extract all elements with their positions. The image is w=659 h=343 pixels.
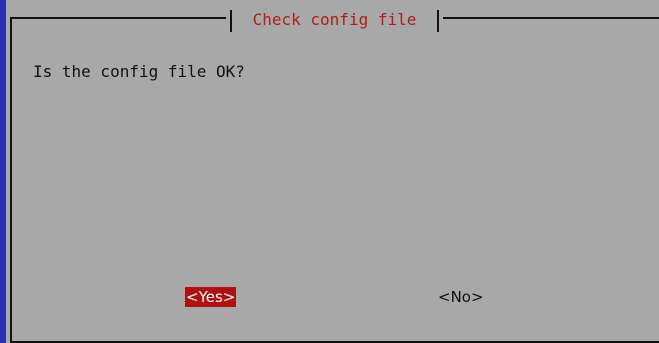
dialog-frame-top-left (10, 17, 228, 19)
title-right-tee (437, 10, 439, 32)
dialog-title: Check config file (252, 10, 417, 29)
terminal-screen: Check config file Is the config file OK?… (0, 0, 659, 343)
no-button[interactable]: <No> (437, 287, 485, 307)
dialog-frame-top-right (442, 17, 659, 19)
yes-button[interactable]: <Yes> (185, 287, 237, 307)
dialog-frame-left (10, 17, 12, 343)
config-check-dialog: Check config file Is the config file OK?… (6, 0, 659, 343)
dialog-title-box: Check config file (226, 6, 443, 32)
dialog-message: Is the config file OK? (33, 62, 245, 81)
